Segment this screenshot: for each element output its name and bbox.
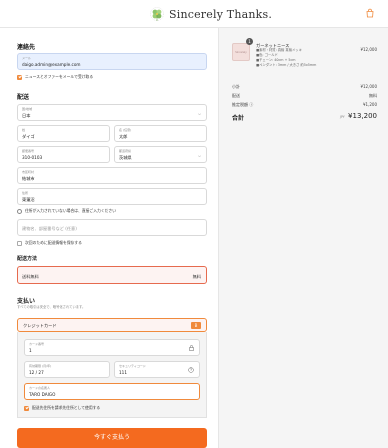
shipping-summary-value: 無料 [369, 93, 377, 98]
cardholder-name-label: カードの名義人 [29, 386, 51, 390]
chevron-down-icon: ⌵ [197, 111, 201, 116]
first-name-value: 太郎 [119, 134, 128, 139]
newsletter-label: ニュースとオファーをメールで受け取る [25, 74, 94, 79]
cvv-field[interactable]: セキュリティコード 111 [114, 361, 200, 378]
expiry-value: 12 / 27 [29, 370, 44, 375]
address-value: 東蓮沼 [22, 197, 35, 202]
newsletter-checkbox-row[interactable]: ニュースとオファーをメールで受け取る [17, 74, 93, 80]
prefecture-label: 都道府県 [119, 149, 132, 153]
payment-subtitle: すべての取引は安全で、暗号化されています。 [17, 305, 86, 309]
product-thumbnail: Sincerely [232, 43, 250, 61]
address-hint-radio[interactable] [17, 208, 22, 214]
header: Sincerely Thanks. [0, 0, 388, 28]
card-brand-badge: B [191, 322, 201, 329]
product-price: ¥12,000 [360, 47, 377, 52]
card-number-value: 1 [29, 348, 32, 353]
expiry-label: 有効期限 (月/年) [29, 364, 52, 368]
last-name-field[interactable]: 姓 ダイゴ [17, 125, 110, 142]
prefecture-select[interactable]: 都道府県 茨城県 ⌵ [114, 146, 207, 163]
last-name-value: ダイゴ [22, 134, 35, 139]
subtotal-label: 小計 [232, 84, 240, 89]
product-detail-4: ■ペンダント: 3mm / 大きさ 約5x5mm [256, 63, 317, 67]
billing-same-label: 配送先住所を請求先住所として使用する [32, 405, 101, 410]
subtotal-value: ¥12,000 [360, 84, 377, 89]
shipping-method-option[interactable]: 送料無料 無料 [17, 266, 207, 284]
logo-text: Sincerely Thanks. [169, 7, 273, 21]
total-value: ¥13,200 [348, 112, 377, 120]
billing-same-row[interactable]: 配送先住所を請求先住所として使用する [24, 405, 100, 411]
city-value: 結城市 [22, 176, 35, 181]
building-field[interactable]: 建物名、部屋番号など (任意) [17, 219, 207, 236]
clover-logo-icon [148, 5, 166, 23]
newsletter-checkbox[interactable] [17, 74, 22, 80]
credit-card-option[interactable]: クレジットカード B [17, 318, 207, 332]
shipping-method-price: 無料 [192, 274, 201, 279]
prefecture-value: 茨城県 [119, 155, 132, 160]
chevron-down-icon: ⌵ [197, 153, 201, 158]
cardholder-name-value: TARO DAIGO [29, 392, 56, 397]
delivery-title: 配送 [17, 94, 30, 101]
country-select[interactable]: 国/地域 日本 ⌵ [17, 104, 207, 121]
shipping-summary-label: 配送 [232, 93, 240, 98]
card-number-field[interactable]: カード番号 1 [24, 339, 200, 356]
address-label: 住所 [22, 191, 29, 195]
shipping-title: 配送方法 [17, 256, 38, 262]
last-name-label: 姓 [22, 128, 26, 132]
payment-title: 支払い [17, 298, 36, 305]
order-summary [218, 28, 388, 448]
shipping-method-label: 送料無料 [22, 274, 39, 279]
total-currency: JPY [340, 115, 345, 119]
pay-now-button[interactable]: 今すぐ支払う [17, 428, 207, 448]
save-info-row[interactable]: 次回のために配送情報を保存する [17, 240, 82, 246]
zip-field[interactable]: 郵便番号 310-0103 [17, 146, 110, 163]
country-value: 日本 [22, 113, 31, 118]
credit-card-label: クレジットカード [23, 323, 57, 328]
cvv-value: 111 [119, 370, 127, 375]
product-quantity-badge: 1 [246, 38, 253, 45]
address-hint: 住所が入力されていない場合は、直接ご入力ください [25, 208, 117, 213]
billing-same-checkbox[interactable] [24, 405, 29, 411]
address-hint-row[interactable]: 住所が入力されていない場合は、直接ご入力ください [17, 208, 116, 214]
city-field[interactable]: 市区町村 結城市 [17, 167, 207, 184]
tax-value: ¥1,200 [363, 102, 377, 107]
first-name-field[interactable]: 名 (任意) 太郎 [114, 125, 207, 142]
email-field[interactable]: メール daigo.admin@example.com [17, 53, 207, 70]
building-placeholder: 建物名、部屋番号など (任意) [22, 226, 77, 231]
cardholder-name-field[interactable]: カードの名義人 TARO DAIGO [24, 383, 200, 400]
save-info-label: 次回のために配送情報を保存する [25, 240, 82, 245]
lock-icon [189, 345, 194, 353]
zip-value: 310-0103 [22, 155, 43, 160]
card-number-label: カード番号 [29, 342, 45, 346]
country-label: 国/地域 [22, 107, 33, 111]
expiry-field[interactable]: 有効期限 (月/年) 12 / 27 [24, 361, 110, 378]
logo[interactable]: Sincerely Thanks. [148, 4, 272, 24]
contact-title: 連絡先 [17, 44, 36, 51]
address-field[interactable]: 住所 東蓮沼 [17, 188, 207, 205]
total-label: 合計 [232, 115, 245, 122]
tax-label: 推定税額 ⓘ [232, 102, 254, 107]
first-name-label: 名 (任意) [119, 128, 132, 132]
help-circle-icon[interactable] [188, 367, 194, 375]
zip-label: 郵便番号 [22, 149, 35, 153]
city-label: 市区町村 [22, 170, 35, 174]
shopping-bag-icon[interactable] [365, 8, 375, 18]
email-label: メール [22, 56, 32, 60]
cvv-label: セキュリティコード [119, 364, 146, 368]
save-info-checkbox[interactable] [17, 240, 22, 246]
email-value: daigo.admin@example.com [22, 62, 81, 67]
